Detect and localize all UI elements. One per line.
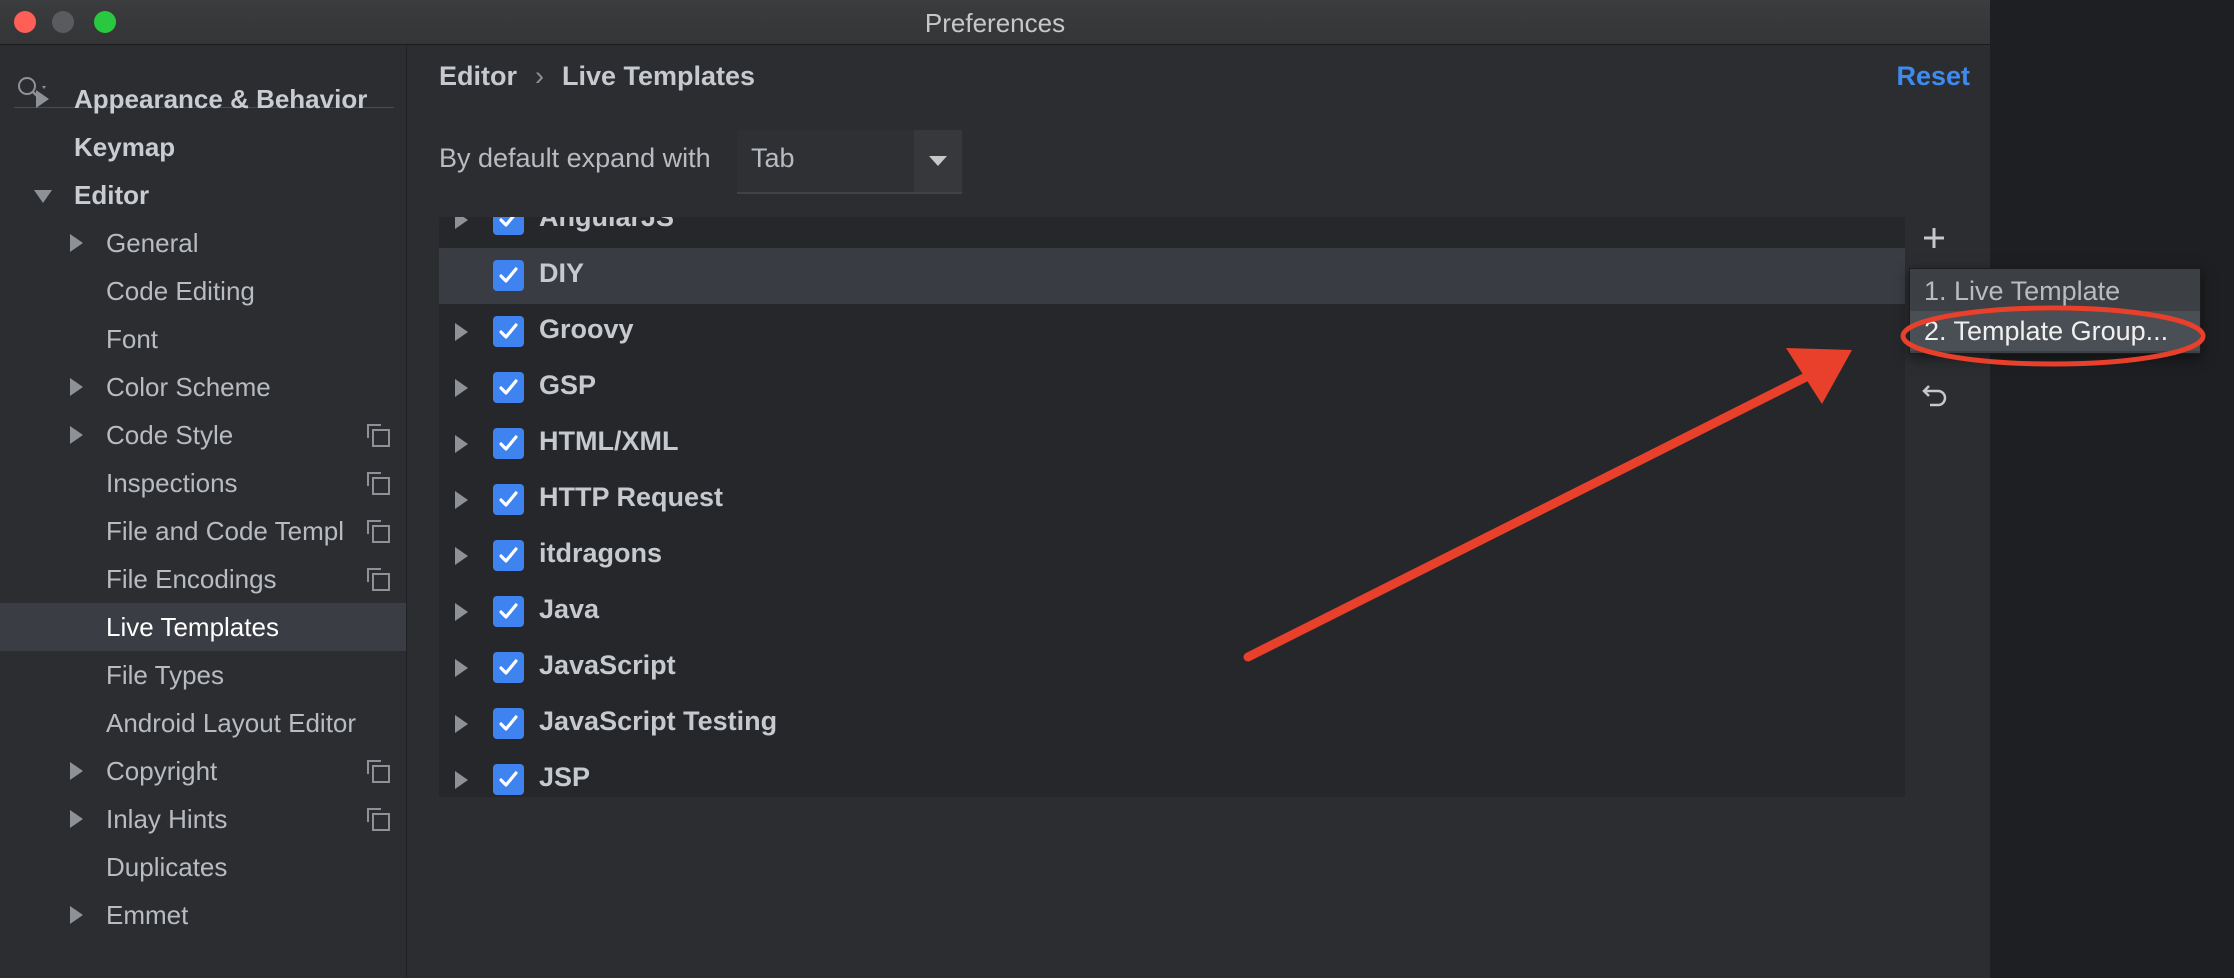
annotation-overlay — [1243, 305, 2206, 662]
annotation-arrow-head — [1786, 348, 1852, 404]
annotation-arrow-shaft — [1243, 370, 1815, 662]
annotation-highlight-ellipse — [1900, 305, 2206, 367]
